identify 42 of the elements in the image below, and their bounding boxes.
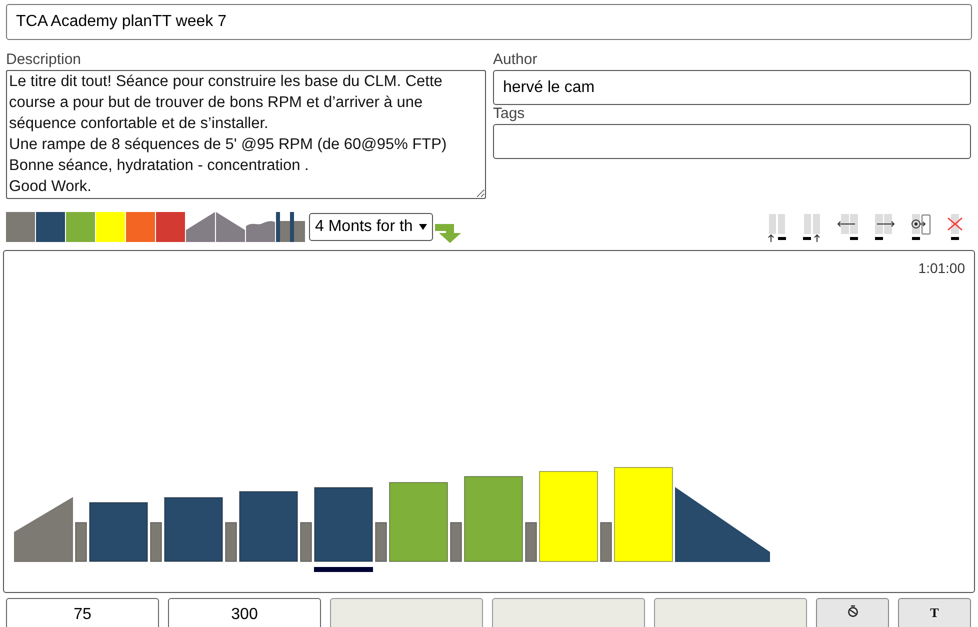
rest-bar[interactable]	[525, 522, 537, 562]
interval-bar[interactable]	[164, 497, 223, 562]
rest-bar[interactable]	[450, 522, 462, 562]
caret-icon	[418, 224, 427, 230]
rest-bar[interactable]	[375, 522, 387, 562]
total-time: 1:01:00	[918, 260, 965, 276]
color-swatch[interactable]	[36, 212, 65, 242]
field-label: Author	[493, 51, 538, 70]
interval-bar[interactable]	[89, 502, 148, 562]
field-label: Description	[6, 51, 82, 70]
rest-bar[interactable]	[600, 522, 612, 562]
tags-field[interactable]	[493, 124, 971, 159]
rest-bar[interactable]	[75, 522, 87, 562]
target-arrow-icon[interactable]	[911, 214, 933, 242]
color-swatch[interactable]	[96, 212, 125, 242]
bars-up-arrow-icon[interactable]	[767, 214, 789, 242]
ramp-down-icon[interactable]	[216, 212, 245, 242]
ramp-shape[interactable]	[675, 487, 770, 562]
color-swatch[interactable]	[126, 212, 155, 242]
ramp-up-icon[interactable]	[186, 212, 215, 242]
color-swatch[interactable]	[6, 212, 35, 242]
value-field[interactable]: 300	[168, 598, 321, 627]
intervals-icon[interactable]	[276, 212, 305, 242]
rest-bar[interactable]	[225, 522, 237, 562]
ramp-shape[interactable]	[14, 497, 73, 562]
value-field[interactable]: 75	[6, 598, 159, 627]
plan-dropdown[interactable]: 4 Monts for th	[309, 213, 433, 241]
rest-bar[interactable]	[300, 522, 312, 562]
interval-bar[interactable]	[239, 491, 298, 562]
cross-icon[interactable]	[946, 214, 964, 242]
color-swatch[interactable]	[156, 212, 185, 242]
color-swatch[interactable]	[66, 212, 95, 242]
interval-bar[interactable]	[314, 487, 373, 562]
stopwatch-icon	[846, 605, 858, 617]
description-field[interactable]: Le titre dit tout! Séance pour construire les base du CLM. Cette course a pour but de trouver de bons RPM et d’arriver à une séquence confortable et de s’installer. Une rampe de 8 séquences de 5' @95 RPM (de 60@95% FTP) Bonne séance, hydratation - concentration . Good Work.	[6, 70, 486, 199]
left-arrow-icon[interactable]	[837, 214, 861, 242]
rest-bar[interactable]	[150, 522, 162, 562]
timer-button[interactable]	[816, 598, 889, 627]
author-field[interactable]: hervé le cam	[493, 70, 971, 105]
title-field[interactable]: TCA Academy planTT week 7	[6, 4, 972, 40]
field-label: Tags	[493, 105, 526, 124]
text-button[interactable]: T	[898, 598, 971, 627]
